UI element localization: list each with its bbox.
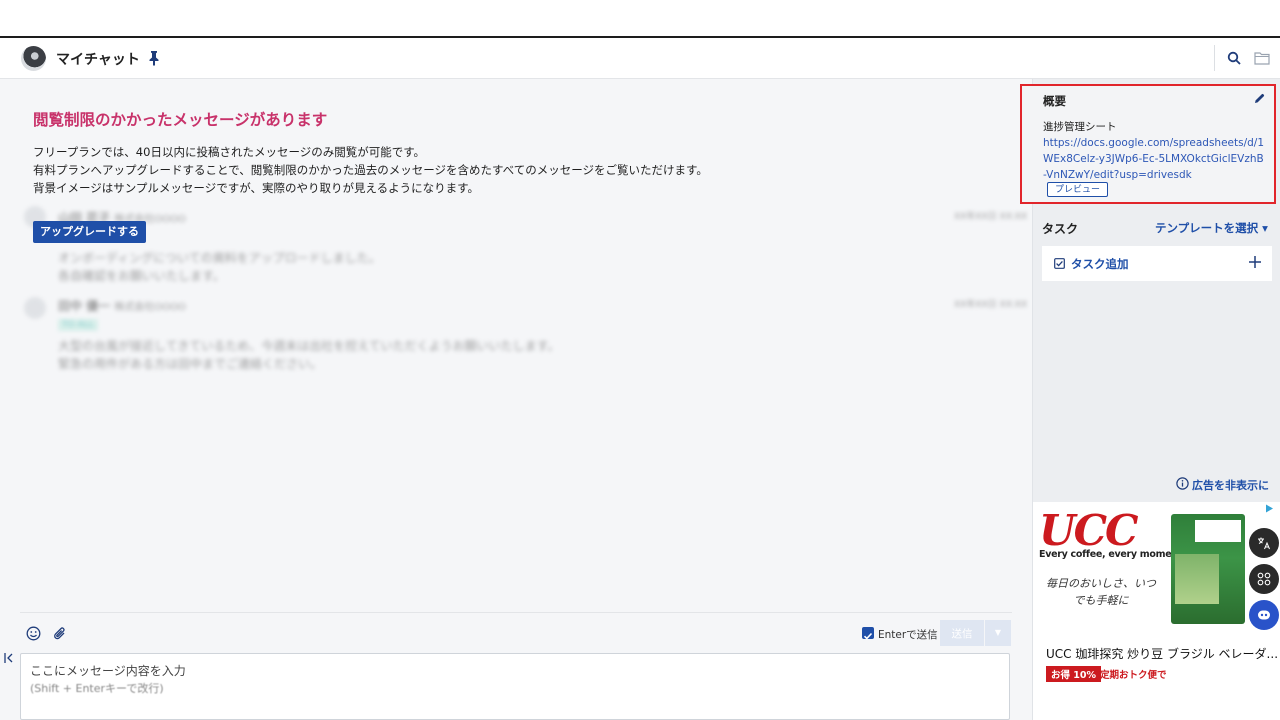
- ad-copy: 毎日のおいしさ、いつでも手軽に: [1046, 577, 1156, 607]
- enter-to-send-checkbox[interactable]: [862, 627, 874, 640]
- preview-button[interactable]: プレビュー: [1047, 182, 1109, 197]
- message-placeholder: ここにメッセージ内容を入力: [30, 664, 186, 678]
- composer-separator: [20, 612, 1012, 613]
- chat-timeline: 山田 花子 株式会社OOOO XX年XX日 XX:XX オンボーディングについて…: [0, 79, 1032, 720]
- send-button[interactable]: 送信: [940, 620, 984, 646]
- message-input[interactable]: ここにメッセージ内容を入力 (Shift + Enterキーで改行): [20, 653, 1010, 720]
- info-icon: [1176, 477, 1189, 490]
- sample-time: XX年XX日 XX:XX: [954, 300, 1028, 310]
- brand-logo: UCC: [1039, 506, 1138, 555]
- emoji-icon[interactable]: [26, 626, 41, 641]
- room-title: マイチャット: [56, 52, 140, 68]
- sample-sender: 田中 優一 株式会社OOOO: [58, 299, 186, 313]
- sample-line: オンボーディングについての資料をアップロードしました。: [58, 251, 381, 265]
- product-illustration: [1175, 554, 1219, 604]
- sample-line: 緊急の用件がある方は田中までご連絡ください。: [58, 357, 323, 371]
- restriction-line-3: 背景イメージはサンプルメッセージですが、実際のやり取りが見えるようになります。: [33, 181, 479, 195]
- restriction-line-1: フリープランでは、40日以内に投稿されたメッセージのみ閲覧が可能です。: [33, 145, 426, 159]
- pencil-icon[interactable]: [1254, 93, 1265, 104]
- sample-to-chip: TO ALL: [58, 319, 98, 331]
- search-icon[interactable]: [1227, 51, 1241, 65]
- translate-float-button[interactable]: [1249, 528, 1279, 558]
- paperclip-icon[interactable]: [53, 626, 67, 641]
- top-blank-area: [0, 0, 1280, 36]
- overview-section: 概要 進捗管理シート https://docs.google.com/sprea…: [1020, 84, 1276, 204]
- pin-icon[interactable]: [147, 50, 161, 66]
- restriction-title: 閲覧制限のかかったメッセージがあります: [33, 111, 328, 129]
- add-task-label: タスク追加: [1071, 257, 1129, 271]
- hide-ad-link[interactable]: 広告を非表示に: [1176, 477, 1269, 493]
- sample-line: 各自確認をお願いいたします。: [58, 269, 225, 283]
- template-select[interactable]: テンプレートを選択 ▾: [1155, 220, 1268, 236]
- check-icon: [863, 632, 873, 640]
- sample-line: 大型の台風が接近してきているため、今週末は出社を控えていただくようお願いいたしま…: [58, 339, 560, 353]
- caret-down-icon: ▼: [994, 628, 1002, 637]
- avatar[interactable]: [21, 46, 46, 71]
- task-section-title: タスク: [1042, 222, 1079, 236]
- header-divider: [1214, 45, 1215, 71]
- add-task-card[interactable]: タスク追加: [1042, 246, 1272, 281]
- product-image: [1171, 514, 1245, 624]
- message-hint: (Shift + Enterキーで改行): [30, 682, 164, 695]
- ad-banner[interactable]: UCC Every coffee, every moment 毎日のおいしさ、い…: [1033, 502, 1280, 720]
- task-checkbox-icon: [1054, 258, 1065, 269]
- plus-icon[interactable]: [1248, 255, 1262, 269]
- collapse-panel-icon[interactable]: [3, 652, 15, 664]
- overview-heading: 概要: [1043, 94, 1066, 108]
- sample-avatar: [24, 297, 46, 319]
- chat-header: マイチャット: [0, 38, 1280, 79]
- assistant-float-button[interactable]: [1249, 600, 1279, 630]
- assistant-icon: [1258, 610, 1270, 620]
- ad-subscription-text: 定期おトク便で: [1100, 670, 1167, 681]
- apps-float-button[interactable]: [1249, 564, 1279, 594]
- sample-time: XX年XX日 XX:XX: [954, 212, 1028, 222]
- product-label: [1195, 520, 1241, 542]
- overview-link[interactable]: https://docs.google.com/spreadsheets/d/1…: [1043, 135, 1267, 183]
- enter-to-send-label: Enterで送信: [878, 629, 938, 641]
- translate-icon: [1258, 537, 1270, 550]
- ad-slogan: Every coffee, every moment: [1039, 549, 1183, 560]
- discount-badge: お得 10%: [1046, 666, 1102, 682]
- upgrade-button[interactable]: アップグレードする: [33, 221, 146, 243]
- folder-icon[interactable]: [1254, 51, 1270, 65]
- send-options-dropdown[interactable]: ▼: [985, 620, 1011, 646]
- blurred-sample-messages: 山田 花子 株式会社OOOO XX年XX日 XX:XX オンボーディングについて…: [0, 79, 1032, 439]
- restriction-line-2: 有料プランへアップグレードすることで、閲覧制限のかかった過去のメッセージを含めた…: [33, 163, 708, 177]
- ad-choices-icon[interactable]: [1265, 504, 1274, 513]
- ad-product-title[interactable]: UCC 珈琲探究 炒り豆 ブラジル ベレーダ...: [1046, 645, 1278, 662]
- apps-icon: [1257, 572, 1271, 586]
- hide-ad-label: 広告を非表示に: [1192, 479, 1269, 492]
- overview-sheet-name: 進捗管理シート: [1043, 121, 1117, 133]
